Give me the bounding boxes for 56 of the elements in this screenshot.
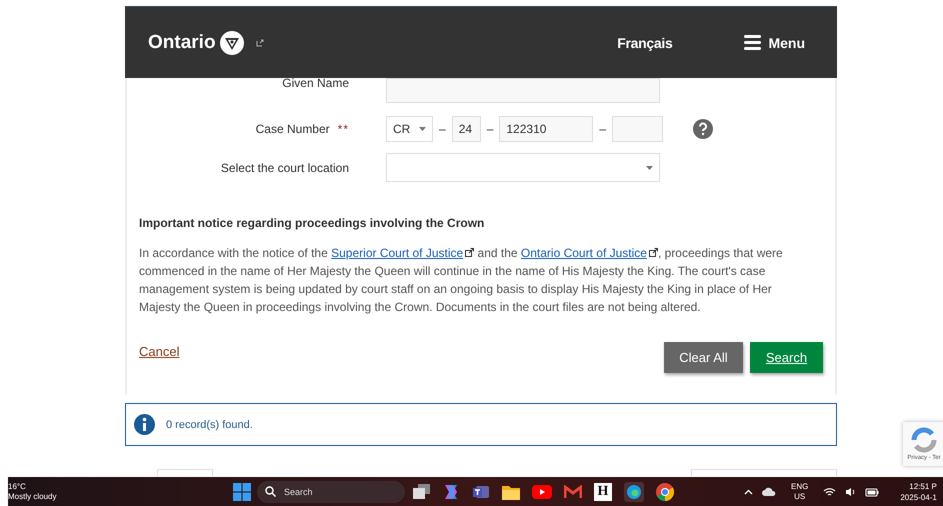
cloud-icon[interactable]	[762, 487, 776, 496]
taskbar-search-field[interactable]: Search	[257, 480, 405, 502]
separator-dash: –	[486, 122, 494, 136]
field-label: Case Number	[256, 122, 330, 136]
year-field[interactable]: 24	[452, 116, 481, 142]
gmail-icon[interactable]	[564, 484, 582, 498]
court-link[interactable]: Superior Court of Justice	[331, 246, 474, 260]
notice-title: Important notice regarding proceedings involving the Crown	[139, 216, 486, 230]
field-label: Given Name	[281, 76, 350, 92]
caret-icon	[419, 127, 426, 131]
ontario-logo[interactable]: Ontario	[148, 32, 216, 54]
edge-icon[interactable]	[624, 482, 644, 502]
external-link-icon	[256, 38, 264, 46]
search-icon	[265, 486, 276, 497]
language-link[interactable]: Français	[617, 34, 672, 50]
external-link-icon	[648, 248, 658, 257]
search-button[interactable]: Search	[750, 342, 823, 373]
notice-paragraph: In accordance with the notice of the Superior Court of Justice and the Ontario Court of Justice , proceedings that were commenced in the name of Her Majesty the Queen will continue in the name of His Majesty the King. The court's case management system is being updated by court staff on an ongoing basis to display His Majesty the King in place of Her Majesty the Queen in proceedings involving the Crown. Documents in the court files are not being altered.	[139, 245, 784, 316]
weather-condition[interactable]: Mostly cloudy	[8, 492, 233, 502]
required-mark: **	[338, 122, 349, 136]
speaker-icon[interactable]	[845, 486, 856, 496]
language-indicator[interactable]: ENG	[791, 482, 808, 492]
help-icon[interactable]	[693, 119, 714, 139]
youtube-icon[interactable]	[532, 484, 552, 498]
given-name-field[interactable]	[386, 78, 660, 102]
temperature[interactable]: 16°C	[8, 482, 233, 492]
clear-all-button[interactable]: Clear All	[664, 342, 743, 373]
external-link-icon	[465, 248, 474, 257]
cancel-link[interactable]: Cancel	[139, 344, 180, 359]
clock-date[interactable]: 2025-04-1	[900, 492, 937, 502]
suffix-field[interactable]	[612, 116, 664, 142]
field-label: Select the court location	[220, 160, 350, 174]
copilot-icon[interactable]	[442, 482, 460, 500]
battery-icon[interactable]	[865, 486, 880, 496]
court-link[interactable]: Ontario Court of Justice	[520, 246, 658, 260]
recaptcha-icon	[910, 427, 938, 453]
caret-icon	[646, 166, 653, 170]
trillium-logo-icon	[220, 30, 244, 54]
h-app-icon[interactable]: H	[594, 482, 612, 500]
clock-time[interactable]: 12:51 P	[909, 480, 937, 492]
folder-icon[interactable]	[502, 484, 520, 500]
separator-dash: –	[439, 122, 446, 136]
wifi-icon[interactable]	[823, 486, 836, 496]
info-icon	[134, 414, 155, 435]
menu-button[interactable]: Menu	[744, 34, 805, 50]
case-type-dropdown[interactable]: CR	[386, 116, 433, 142]
chrome-icon[interactable]	[656, 482, 674, 500]
case-number-field[interactable]: 122310	[499, 116, 594, 142]
menu-icon	[744, 35, 762, 50]
chevron-up-icon[interactable]	[744, 488, 753, 494]
results-message: 0 record(s) found.	[166, 418, 253, 430]
separator-dash: –	[599, 122, 606, 136]
region-indicator[interactable]: US	[794, 492, 806, 502]
pagination-box	[157, 469, 213, 476]
task-view-icon[interactable]	[413, 484, 430, 499]
windows-start-icon[interactable]	[233, 482, 251, 500]
